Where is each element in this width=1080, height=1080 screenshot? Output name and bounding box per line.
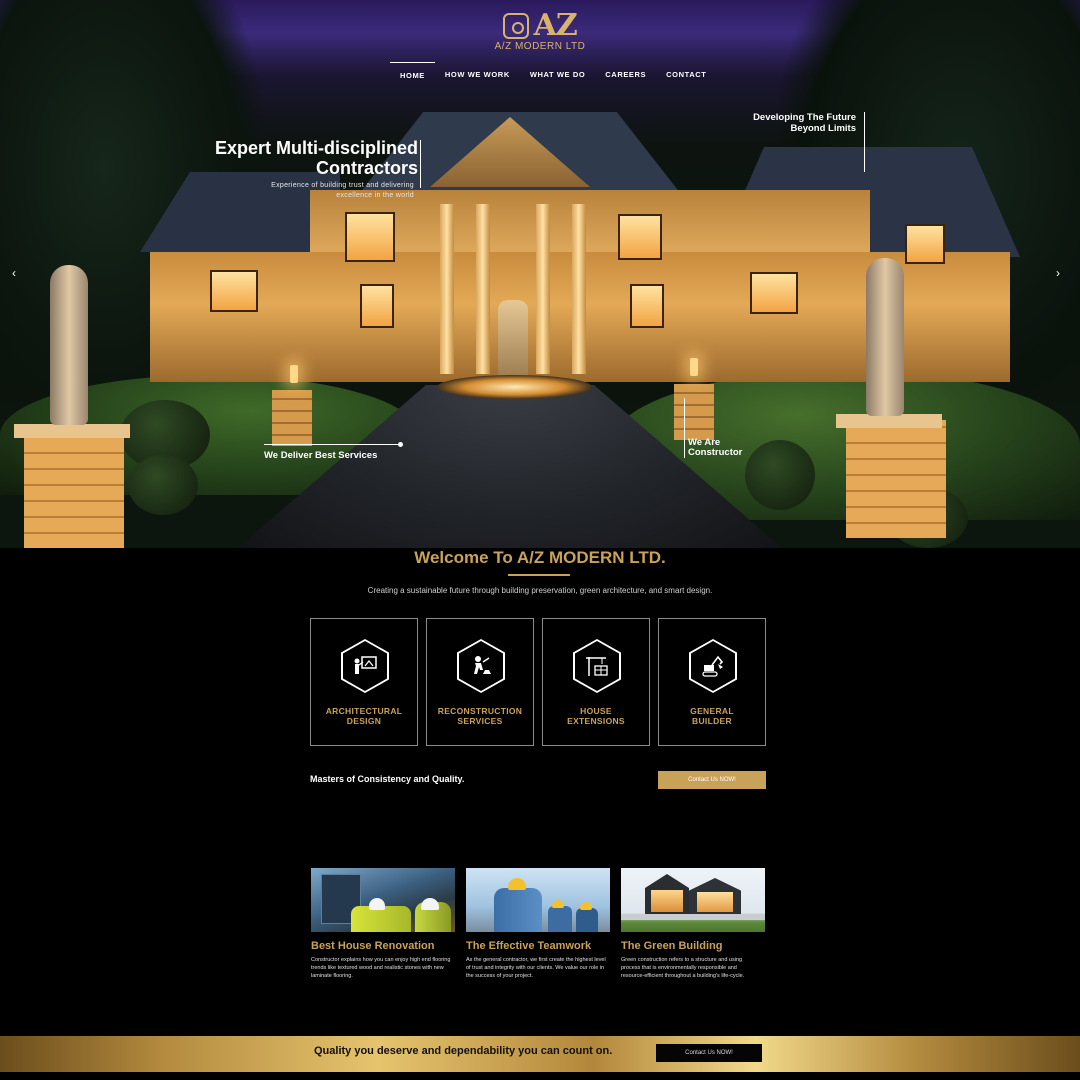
logo-subtitle: A/Z MODERN LTD: [494, 41, 586, 52]
nav-how-we-work[interactable]: HOW WE WORK: [435, 62, 520, 88]
hero-subtitle-line1: Experience of building trust and deliver…: [271, 182, 414, 189]
card-text: Constructor explains how you can enjoy h…: [311, 957, 451, 979]
shrub: [128, 455, 198, 515]
crane-icon: [575, 641, 619, 691]
fountain-statue: [498, 300, 528, 380]
card-image-modern-house: [621, 868, 765, 932]
hero-subtitle-line2: excellence in the world: [336, 192, 414, 199]
site-logo[interactable]: AZ A/Z MODERN LTD: [490, 8, 590, 58]
column: [440, 204, 454, 374]
divider-line: [864, 112, 865, 172]
service-reconstruction[interactable]: RECONSTRUCTION SERVICES: [426, 618, 534, 746]
architect-icon: [343, 641, 387, 691]
masters-text: Masters of Consistency and Quality.: [310, 774, 465, 784]
title-underline: [508, 574, 570, 576]
service-label: HOUSE EXTENSIONS: [543, 706, 649, 726]
hero-banner: AZ A/Z MODERN LTD HOME HOW WE WORK WHAT …: [0, 0, 1080, 548]
slider-next-icon[interactable]: ›: [1056, 266, 1060, 280]
service-label-line1: GENERAL: [690, 706, 734, 716]
pillar-right: [846, 420, 946, 538]
gate-post: [272, 390, 312, 446]
constructor-line2: Constructor: [688, 447, 743, 458]
card-image-team: [466, 868, 610, 932]
pillar-cap: [14, 424, 130, 438]
hex-frame: [573, 639, 621, 693]
pillar-left: [24, 430, 124, 548]
hero-title-line2: Contractors: [315, 158, 418, 178]
welcome-subtitle: Creating a sustainable future through bu…: [367, 586, 713, 595]
card-title: Best House Renovation: [311, 940, 435, 952]
service-label-line1: ARCHITECTURAL: [325, 706, 403, 716]
lamp: [290, 365, 298, 383]
divider-line: [420, 140, 421, 188]
hero-deliver-text: We Deliver Best Services: [264, 450, 378, 461]
card-text: As the general contractor, we first crea…: [466, 957, 606, 979]
shrub: [745, 440, 815, 510]
nav-home[interactable]: HOME: [390, 62, 435, 88]
main-nav: HOME HOW WE WORK WHAT WE DO CAREERS CONT…: [390, 62, 716, 88]
logo-mark-icon: [503, 12, 530, 39]
card-text: Green construction refers to a structure…: [621, 957, 745, 979]
hero-tagline-right: Developing The Future Beyond Limits: [700, 112, 856, 134]
card-title: The Effective Teamwork: [466, 940, 592, 952]
service-label: RECONSTRUCTION SERVICES: [427, 706, 533, 726]
card-house-renovation[interactable]: Best House Renovation Constructor explai…: [311, 868, 455, 980]
service-label-line2: EXTENSIONS: [567, 716, 625, 726]
window: [345, 212, 395, 262]
window: [905, 224, 945, 264]
gate-post: [674, 384, 714, 440]
hero-subtitle: Experience of building trust and deliver…: [218, 181, 414, 201]
nav-contact[interactable]: CONTACT: [656, 62, 716, 88]
nav-careers[interactable]: CAREERS: [595, 62, 656, 88]
hero-title: Expert Multi-disciplined Contractors: [178, 138, 418, 178]
hero-title-line1: Expert Multi-disciplined: [214, 138, 418, 158]
footer-cta-bar: Quality you deserve and dependability yo…: [0, 1036, 1080, 1072]
hero-constructor-text: We Are Constructor: [688, 438, 742, 458]
lamp: [690, 358, 698, 376]
contact-us-button[interactable]: Contact Us NOW!: [658, 771, 766, 789]
hex-frame: [689, 639, 737, 693]
service-general-builder[interactable]: GENERAL BUILDER: [658, 618, 766, 746]
divider-line: [264, 442, 403, 447]
window: [618, 214, 662, 260]
divider-line: [684, 398, 685, 458]
service-label-line2: BUILDER: [692, 716, 732, 726]
slider-prev-icon[interactable]: ‹: [12, 266, 16, 280]
card-image-construction-workers: [311, 868, 455, 932]
statue-left: [50, 265, 88, 425]
window: [630, 284, 664, 328]
column: [572, 204, 586, 374]
nav-what-we-do[interactable]: WHAT WE DO: [520, 62, 595, 88]
hex-frame: [457, 639, 505, 693]
statue-right: [866, 258, 904, 416]
logo-letters: AZ: [533, 8, 578, 43]
card-title: The Green Building: [621, 940, 723, 952]
service-label: ARCHITECTURAL DESIGN: [311, 706, 417, 726]
fountain: [437, 375, 592, 399]
pillar-cap: [836, 414, 942, 428]
card-effective-teamwork[interactable]: The Effective Teamwork As the general co…: [466, 868, 610, 980]
tagline-line1: Developing The Future: [753, 112, 856, 123]
welcome-title: Welcome To A/Z MODERN LTD.: [414, 548, 666, 567]
service-label: GENERAL BUILDER: [659, 706, 765, 726]
service-label-line2: SERVICES: [457, 716, 503, 726]
tagline-line2: Beyond Limits: [790, 123, 856, 134]
column: [536, 204, 550, 374]
excavator-icon: [691, 641, 735, 691]
window: [750, 272, 798, 314]
worker-icon: [459, 641, 503, 691]
footer-contact-button[interactable]: Contact Us NOW!: [656, 1044, 762, 1062]
service-label-line1: RECONSTRUCTION: [437, 706, 523, 716]
footer-cta-text: Quality you deserve and dependability yo…: [314, 1045, 613, 1057]
window: [210, 270, 258, 312]
service-architectural-design[interactable]: ARCHITECTURAL DESIGN: [310, 618, 418, 746]
service-house-extensions[interactable]: HOUSE EXTENSIONS: [542, 618, 650, 746]
column: [476, 204, 490, 374]
window: [360, 284, 394, 328]
service-label-line1: HOUSE: [580, 706, 612, 716]
service-label-line2: DESIGN: [346, 716, 382, 726]
hex-frame: [341, 639, 389, 693]
card-green-building[interactable]: The Green Building Green construction re…: [621, 868, 765, 980]
